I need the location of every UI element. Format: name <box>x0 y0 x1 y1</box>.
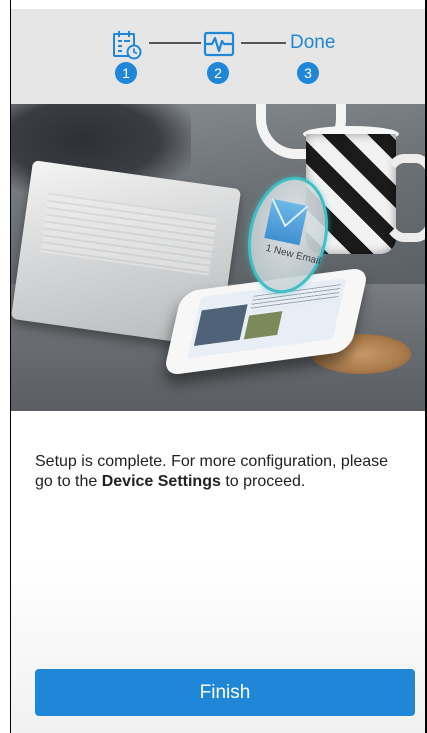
hero-image: 1 New Email <box>11 104 425 411</box>
step-badge-2: 2 <box>207 62 229 84</box>
setup-stepper: Done 1 2 3 <box>11 9 425 104</box>
step-badge-1: 1 <box>115 62 137 84</box>
setup-complete-screen: Done 1 2 3 1 New Email Setup is complete… <box>0 0 427 733</box>
setup-complete-message: Setup is complete. For more configuratio… <box>35 452 410 492</box>
calendar-clock-icon <box>109 27 143 61</box>
finish-button[interactable]: Finish <box>35 669 415 716</box>
step-connector-2 <box>241 42 286 44</box>
step-connector-1 <box>149 42 201 44</box>
step-badge-3: 3 <box>297 62 319 84</box>
message-text-after: to proceed. <box>220 473 306 490</box>
device-settings-label: Device Settings <box>101 473 221 490</box>
left-border <box>10 0 11 733</box>
step-done-label: Done <box>290 32 336 53</box>
heartbeat-monitor-icon <box>202 27 236 61</box>
